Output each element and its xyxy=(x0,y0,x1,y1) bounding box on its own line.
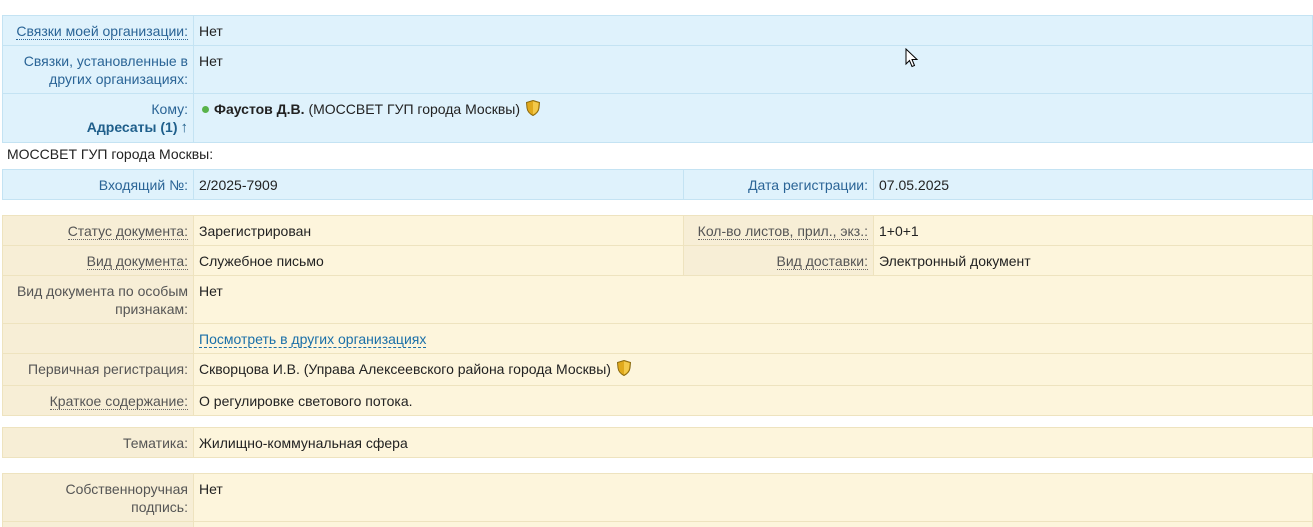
topic-label: Тематика: xyxy=(2,427,194,458)
next-row-label-cell xyxy=(2,521,194,527)
my-org-links-row: Связки моей организации: Нет xyxy=(2,15,1313,46)
status-dot-icon xyxy=(202,106,209,114)
registration-table: Входящий №: 2/2025-7909 Дата регистрации… xyxy=(2,169,1313,200)
summary-label-cell: Краткое содержание: xyxy=(2,385,194,416)
topic-value: Жилищно-коммунальная сфера xyxy=(193,427,1313,458)
incoming-number-label: Входящий №: xyxy=(2,169,194,200)
status-label-cell: Статус документа: xyxy=(2,215,194,246)
view-other-cell: Посмотреть в других организациях xyxy=(193,323,1313,354)
arrow-up-icon[interactable]: ↑ xyxy=(181,119,189,136)
addressees-label[interactable]: Адресаты (1) xyxy=(87,119,178,135)
sheets-label-cell: Кол-во листов, прил., экз.: xyxy=(683,215,874,246)
signature-table: Собственноручная подпись: Нет xyxy=(2,473,1313,527)
mouse-cursor-icon xyxy=(905,47,919,71)
delivery-label-cell: Вид доставки: xyxy=(683,245,874,276)
primary-label: Первичная регистрация: xyxy=(2,353,194,386)
status-value: Зарегистрирован xyxy=(193,215,684,246)
other-org-links-row: Связки, установленные в других организац… xyxy=(2,45,1313,94)
special-row: Вид документа по особым признакам: Нет xyxy=(2,275,1313,324)
shield-icon[interactable] xyxy=(616,359,631,380)
shield-icon[interactable] xyxy=(525,99,540,120)
signature-value: Нет xyxy=(193,473,1313,522)
my-org-links-label-cell: Связки моей организации: xyxy=(2,15,194,46)
registration-date-label: Дата регистрации: xyxy=(683,169,874,200)
topic-row: Тематика: Жилищно-коммунальная сфера xyxy=(2,427,1313,458)
addressee-cell: Фаустов Д.В. (МОССВЕТ ГУП города Москвы) xyxy=(193,93,1313,143)
topic-table: Тематика: Жилищно-коммунальная сфера xyxy=(2,427,1313,458)
registration-date-value: 07.05.2025 xyxy=(873,169,1313,200)
document-table: Статус документа: Зарегистрирован Кол-во… xyxy=(2,215,1313,416)
signature-next-row xyxy=(2,521,1313,527)
summary-label[interactable]: Краткое содержание: xyxy=(49,393,188,410)
other-org-links-value: Нет xyxy=(193,45,1313,94)
addressee-name[interactable]: Фаустов Д.В. xyxy=(214,101,305,117)
my-org-links-value: Нет xyxy=(193,15,1313,46)
links-table: Связки моей организации: Нет Связки, уст… xyxy=(2,15,1313,143)
summary-value: О регулировке светового потока. xyxy=(193,385,1313,416)
other-org-links-label: Связки, установленные в других организац… xyxy=(2,45,194,94)
to-label-cell: Кому: Адресаты (1) ↑ xyxy=(2,93,194,143)
special-value: Нет xyxy=(193,275,1313,324)
delivery-label[interactable]: Вид доставки: xyxy=(776,253,868,270)
primary-row: Первичная регистрация: Скворцова И.В. (У… xyxy=(2,353,1313,386)
to-row: Кому: Адресаты (1) ↑ Фаустов Д.В. (МОССВЕ… xyxy=(2,93,1313,143)
doc-type-value: Служебное письмо xyxy=(193,245,684,276)
primary-cell: Скворцова И.В. (Управа Алексеевского рай… xyxy=(193,353,1313,386)
my-org-links-label[interactable]: Связки моей организации: xyxy=(16,23,188,40)
doc-type-label[interactable]: Вид документа: xyxy=(86,253,188,270)
signature-label: Собственноручная подпись: xyxy=(2,473,194,522)
addressee-org: (МОССВЕТ ГУП города Москвы) xyxy=(308,101,521,117)
primary-value: Скворцова И.В. (Управа Алексеевского рай… xyxy=(199,361,611,377)
view-other-empty-cell xyxy=(2,323,194,354)
special-label: Вид документа по особым признакам: xyxy=(2,275,194,324)
to-label: Кому: xyxy=(151,101,188,117)
signature-row: Собственноручная подпись: Нет xyxy=(2,473,1313,522)
addressees-toggle[interactable]: Адресаты (1) ↑ xyxy=(8,118,188,137)
status-label[interactable]: Статус документа: xyxy=(67,223,188,240)
org-heading: МОССВЕТ ГУП города Москвы: xyxy=(7,146,214,162)
sheets-label[interactable]: Кол-во листов, прил., экз.: xyxy=(697,223,868,240)
incoming-number-value: 2/2025-7909 xyxy=(193,169,684,200)
delivery-value: Электронный документ xyxy=(873,245,1313,276)
registration-row: Входящий №: 2/2025-7909 Дата регистрации… xyxy=(2,169,1313,200)
view-other-row: Посмотреть в других организациях xyxy=(2,323,1313,354)
doc-type-row: Вид документа: Служебное письмо Вид дост… xyxy=(2,245,1313,276)
next-row-value-cell xyxy=(193,521,1313,527)
sheets-value: 1+0+1 xyxy=(873,215,1313,246)
view-other-orgs-link[interactable]: Посмотреть в других организациях xyxy=(199,331,427,348)
status-row: Статус документа: Зарегистрирован Кол-во… xyxy=(2,215,1313,246)
summary-row: Краткое содержание: О регулировке светов… xyxy=(2,385,1313,416)
doc-type-label-cell: Вид документа: xyxy=(2,245,194,276)
